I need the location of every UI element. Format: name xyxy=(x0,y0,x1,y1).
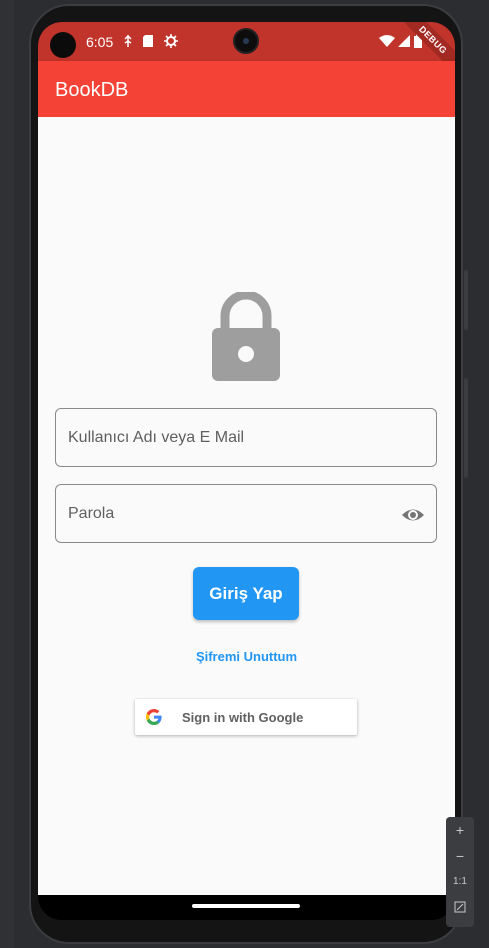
sd-card-icon xyxy=(143,35,153,47)
app-title: BookDB xyxy=(55,79,129,101)
settings-icon xyxy=(164,34,178,48)
app-bar: BookDB xyxy=(38,61,455,117)
zoom-in-button[interactable]: + xyxy=(446,817,474,843)
login-page: Kullanıcı Adı veya E Mail Parola Giriş Y… xyxy=(38,117,455,895)
home-gesture-handle[interactable] xyxy=(192,904,300,908)
zoom-out-button[interactable]: − xyxy=(446,843,474,869)
fit-screen-icon xyxy=(454,901,466,913)
username-placeholder: Kullanıcı Adı veya E Mail xyxy=(68,429,245,446)
wifi-icon xyxy=(379,35,395,47)
eye-icon[interactable] xyxy=(401,503,425,527)
front-camera xyxy=(233,28,259,54)
status-bar: 6:05 DEBUG xyxy=(38,22,455,82)
signal-icon xyxy=(398,35,410,47)
volume-button xyxy=(464,378,468,478)
emulator-panel-edge xyxy=(0,0,14,948)
power-button xyxy=(464,270,468,330)
navigation-bar xyxy=(38,895,455,920)
punch-hole-camera xyxy=(50,32,76,58)
forgot-password-link[interactable]: Şifremi Unuttum xyxy=(38,649,455,664)
password-placeholder: Parola xyxy=(68,505,115,522)
login-button[interactable]: Giriş Yap xyxy=(193,567,299,620)
username-field[interactable]: Kullanıcı Adı veya E Mail xyxy=(55,408,437,467)
password-field[interactable]: Parola xyxy=(55,484,437,543)
lock-icon xyxy=(212,292,280,381)
usb-icon xyxy=(124,34,132,47)
google-logo-icon xyxy=(146,709,162,725)
google-sign-in-label: Sign in with Google xyxy=(182,710,304,725)
actual-size-button[interactable]: 1:1 xyxy=(446,869,474,895)
fit-screen-button[interactable] xyxy=(446,895,474,921)
google-sign-in-button[interactable]: Sign in with Google xyxy=(135,699,357,735)
emulator-zoom-controls: + − 1:1 xyxy=(446,817,474,927)
status-time: 6:05 xyxy=(86,34,114,50)
phone-screen: 6:05 DEBUG BookDB Kullanıcı Adı veya E M… xyxy=(38,22,455,920)
